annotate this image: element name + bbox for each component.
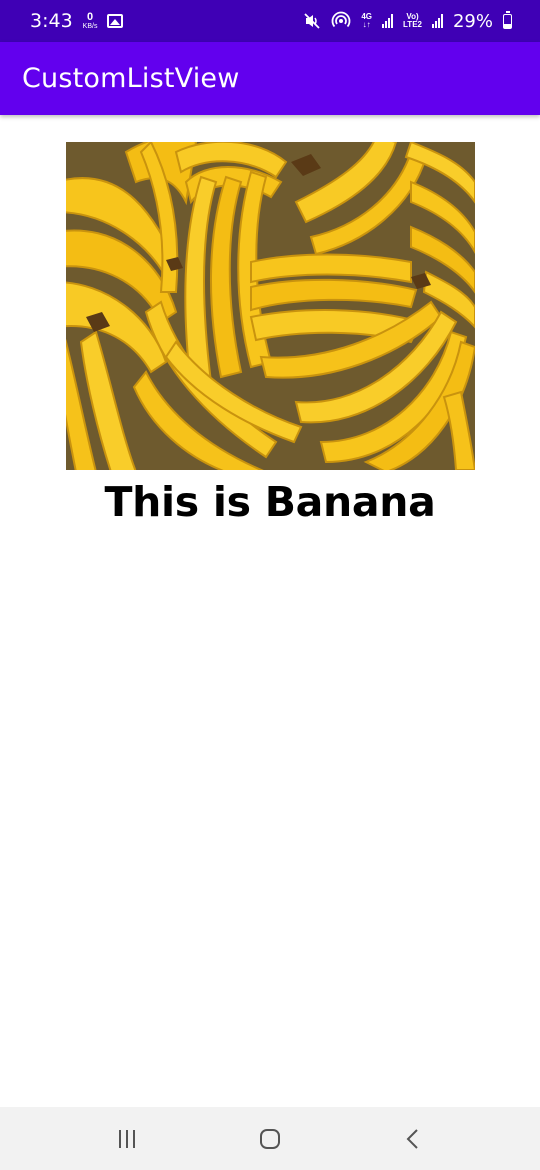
banana-image [65, 142, 475, 470]
home-icon [259, 1128, 280, 1149]
status-right: 4G ↓↑ Vo) LTE2 29% [303, 10, 512, 32]
gallery-notification-icon [107, 14, 124, 28]
volte-indicator: Vo) LTE2 [403, 13, 422, 29]
status-bar: 3:43 0 KB/s 4G ↓↑ Vo) LTE2 29% [0, 0, 540, 42]
navigation-bar [0, 1107, 540, 1170]
net-speed-value: 0 [87, 11, 94, 23]
back-button[interactable] [383, 1114, 443, 1164]
recents-icon [118, 1129, 135, 1148]
signal-1-icon [382, 14, 394, 28]
item-caption: This is Banana [104, 478, 436, 526]
lte-label: LTE2 [403, 20, 422, 29]
battery-icon [503, 10, 512, 29]
signal-2-icon [431, 14, 443, 28]
hotspot-icon [332, 11, 351, 28]
net-speed-unit: KB/s [82, 23, 98, 30]
recents-button[interactable] [97, 1114, 157, 1164]
network-type: 4G ↓↑ [361, 13, 372, 29]
mute-icon [304, 13, 320, 29]
app-bar: CustomListView [0, 42, 540, 115]
status-time: 3:43 [30, 10, 73, 32]
data-arrows-icon: ↓↑ [362, 20, 371, 29]
back-icon [406, 1128, 419, 1149]
battery-percent: 29% [452, 10, 493, 32]
list-item[interactable]: This is Banana [0, 142, 540, 526]
status-left: 3:43 0 KB/s [30, 10, 124, 32]
app-title: CustomListView [22, 63, 240, 94]
home-button[interactable] [240, 1114, 300, 1164]
net-speed-indicator: 0 KB/s [82, 11, 98, 31]
